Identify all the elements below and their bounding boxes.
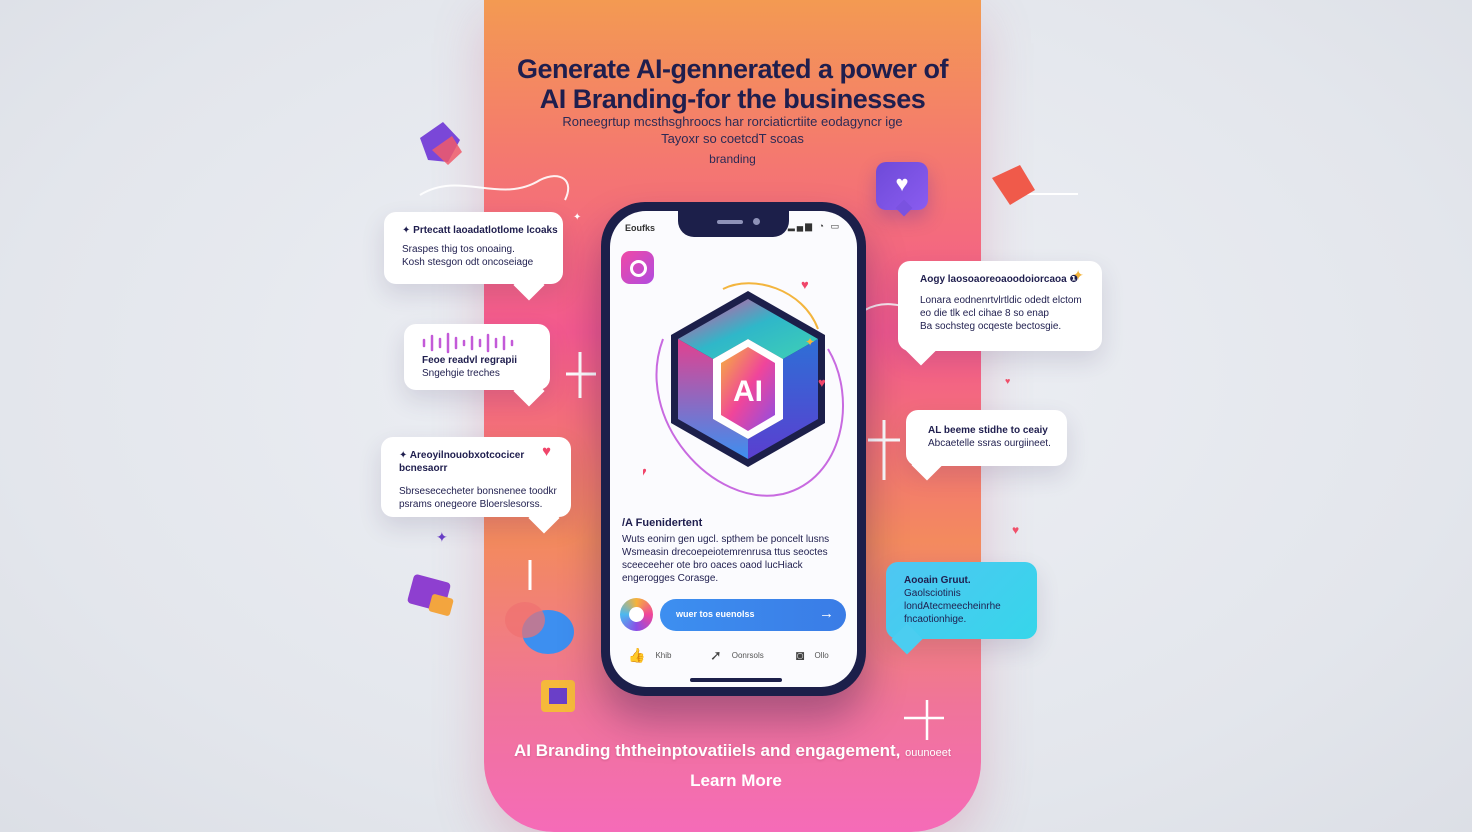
thumbs-up-icon: 👍 [628,647,646,663]
like-action[interactable]: 👍 Khib [628,647,671,664]
shape-right-red [992,165,1035,205]
bubble-text: Lonara eodnenrtvlrtldic odedt elctom [920,295,1082,306]
bubble-text: Abcaetelle ssras ourgiineet. [928,438,1051,449]
bubble-text: psrams onegeore Bloerslesorss. [399,499,543,510]
speech-bubble-left-top: ✦ Prtecatt laoadatlotlome lcoaks Sraspes… [384,212,563,301]
share-label: Oonrsols [731,651,764,660]
save-icon: ◙ [796,647,805,663]
speech-bubble-left-bottom: ✦ Areoyilnouobxotcocicer bcnesaorr Sbrse… [381,437,571,534]
heart-icon: ♥ [818,375,826,390]
headline-line-2: AI Branding-for the businesses [539,84,926,114]
save-action[interactable]: ◙ Ollo [796,647,829,663]
bubble-text: Ba sochsteg ocqeste bectosgie. [920,321,1062,332]
bubble-text: Sbrsesececheter bonsnenee toodkr [399,486,557,497]
bubble-text: ✦ Areoyilnouobxotcocicer bcnesaorr [399,450,525,474]
phone-screen: Eoufks ▂▄▆ ◔ ▭ AI ♥ ♥ ✦ /A Fuenidertent … [610,211,857,687]
status-bar-label: Eoufks [625,223,656,233]
footer-tagline-text: AI Branding ththeinptovatiiels and engag… [514,741,901,760]
subheadline-line-1: Roneegrtup mcsthsghroocs har rorciaticrt… [562,114,903,129]
footer-tagline: AI Branding ththeinptovatiiels and engag… [484,741,981,761]
bubble-text: Aogy laosoaoreoaoodoiorcaoa ❶ [920,274,1078,285]
headline-line-1: Generate AI-gennerated a power of [516,54,949,84]
shape-top-left-2 [432,136,462,165]
heart-icon: ♥ [801,277,809,292]
sparkle-right: ♥ [1012,523,1019,537]
footer-tagline-small: ouunoeet [905,747,951,759]
bubble-text: londAtecmeecheinrhe [904,601,1001,612]
bubble-text: AL beeme stidhe to ceaiy [928,425,1048,436]
logo-ai-text: AI [733,375,763,408]
bubble-text: Gaolsciotinis [904,588,961,599]
feature-description: Wuts eonirn gen ugcl. spthem be poncelt … [622,534,830,584]
speaker-grille [717,220,743,224]
phone-mockup: Eoufks ▂▄▆ ◔ ▭ AI ♥ ♥ ✦ /A Fuenidertent … [601,202,866,696]
sparkle-left: ✦ [436,529,448,545]
bubble-text: ✦ Prtecatt laoadatlotlome lcoaks [402,225,558,236]
ai-hexagon-logo: AI ♥ ♥ ♥ ✦ [643,277,844,497]
feature-title: /A Fuenidertent [622,517,703,529]
speech-bubble-left-mid: Feoe readvl regrapii Sngehgie treches [404,324,550,407]
phone-notch [678,211,789,237]
speech-bubble-right-mid: AL beeme stidhe to ceaiy Abcaetelle ssra… [906,410,1067,481]
home-indicator [690,678,782,682]
speech-bubble-right-top: Aogy laosoaoreoaoodoiorcaoa ❶ Lonara eod… [898,261,1102,366]
shape-top-left [420,122,460,162]
bubble-text: Sngehgie treches [422,368,500,379]
heart-chat-icon: ♥ [876,162,928,217]
shape-left-purple [407,574,451,612]
share-icon: ➚ [710,647,722,663]
bubble-text: Kosh stesgon odt oncoseiage [402,257,534,268]
cta-button[interactable]: wuer tos euenolss → [660,599,846,631]
bubble-text: fncaotionhige. [904,614,967,625]
speech-bubble-right-bottom: Aooain Gruut. Gaolsciotinis londAtecmeec… [886,562,1037,655]
heart-icon: ♥ [643,464,647,479]
sparkle-right-2: ♥ [1005,376,1010,386]
bubble-text: Feoe readvl regrapii [422,355,518,366]
bubble-text: Sraspes thig tos onoaing. [402,244,515,255]
status-bar-icons: ▂▄▆ ◔ ▭ [787,221,841,231]
sparkle-icon: ✦ [805,335,815,349]
like-label: Khib [655,651,672,660]
shape-left-orange [428,594,454,616]
learn-more-button[interactable]: Learn More [664,768,808,794]
camera-icon [753,218,760,225]
cta-label: wuer tos euenolss [676,609,755,619]
subheadline-line-2: Tayoxr so coetcdT scoas [661,131,804,146]
bubble-text: Aooain Gruut. [904,575,971,586]
bubble-text: eo die tlk ecl cihae 8 so enap [920,308,1049,319]
share-action[interactable]: ➚ Oonrsols [710,647,764,664]
user-avatar[interactable] [620,598,653,631]
arrow-right-icon: → [819,605,834,622]
waveform-icon [422,332,514,354]
save-label: Ollo [814,650,829,660]
subheadline-line-3: branding [709,152,756,166]
